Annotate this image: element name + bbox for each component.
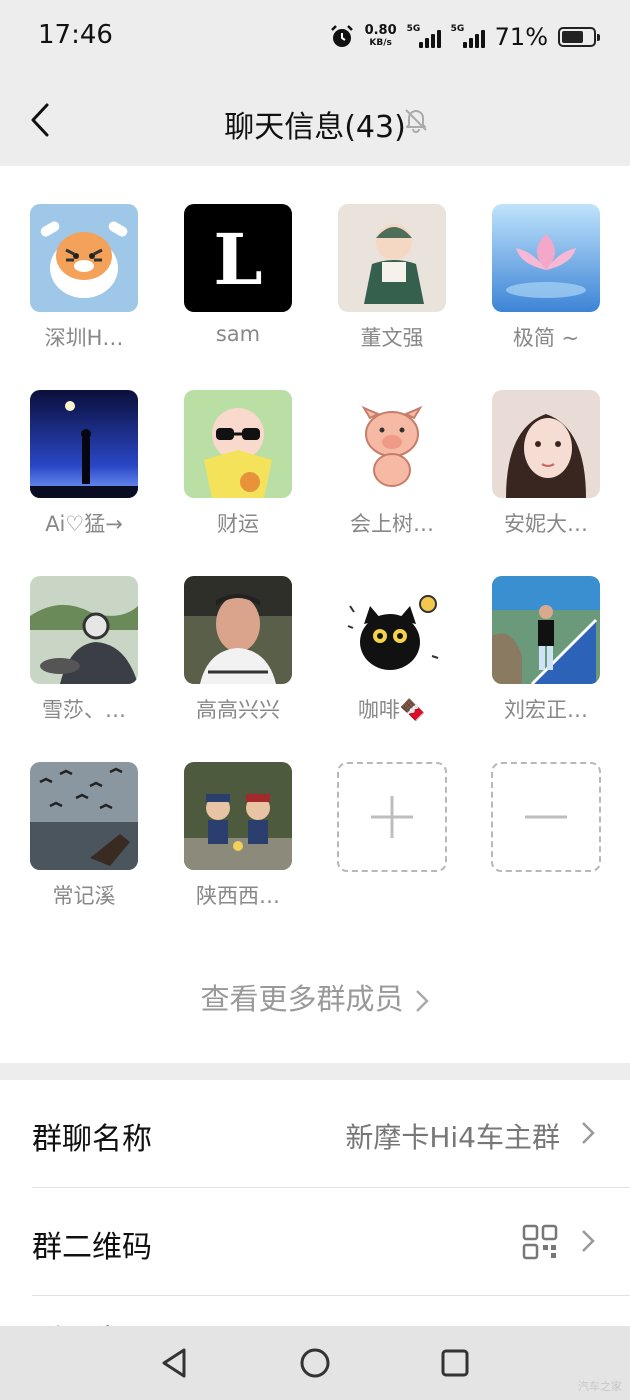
member-item[interactable]: 高高兴兴 <box>161 576 315 724</box>
member-item[interactable]: 刘宏正… <box>469 576 623 724</box>
member-name: 高高兴兴 <box>196 698 280 722</box>
member-item[interactable]: 陕西西… <box>161 762 315 910</box>
avatar <box>338 576 446 684</box>
member-item[interactable]: 常记溪 <box>7 762 161 910</box>
qr-code-icon <box>522 1224 558 1260</box>
view-more-members-link[interactable]: 查看更多群成员 <box>0 976 630 1018</box>
member-name: 极简 ~ <box>512 326 580 350</box>
remove-member-box[interactable] <box>491 762 601 872</box>
member-name: 财运 <box>217 512 259 536</box>
nav-bar: 聊天信息(43) <box>0 76 630 166</box>
add-member-box[interactable] <box>337 762 447 872</box>
group-qr-label: 群二维码 <box>32 1230 152 1265</box>
avatar <box>184 762 292 870</box>
group-qr-row[interactable]: 群二维码 <box>0 1188 630 1295</box>
member-name: 董文强 <box>360 326 424 350</box>
battery-fill <box>562 31 584 43</box>
group-settings-list: 群聊名称 新摩卡Hi4车主群 群二维码 <box>0 1080 630 1326</box>
member-name: 会上树… <box>350 512 434 536</box>
network-speed-unit: KB/s <box>369 38 392 48</box>
member-name: Ai♡猛→ <box>45 512 123 536</box>
view-more-members-label: 查看更多群成员 <box>200 982 404 1016</box>
avatar <box>184 390 292 498</box>
member-name: 咖啡🍫 <box>357 698 427 722</box>
bell-off-icon <box>405 109 427 133</box>
member-item[interactable]: 会上树… <box>315 390 469 538</box>
avatar <box>492 576 600 684</box>
avatar <box>492 390 600 498</box>
avatar <box>338 390 446 498</box>
member-item[interactable]: 咖啡🍫 <box>315 576 469 724</box>
member-grid-card: 深圳H… L sam 董文强 极简 ~ Ai♡猛→ 财运 会上树… 安妮大… 雪… <box>0 166 630 1063</box>
add-member-button[interactable] <box>315 762 469 872</box>
divider <box>32 1295 630 1296</box>
status-bar: 17:46 0.80 KB/s 5G 5G 71% <box>0 0 630 76</box>
member-name: 陕西西… <box>196 884 280 908</box>
member-item[interactable]: 深圳H… <box>7 204 161 352</box>
back-triangle-icon[interactable] <box>158 1346 192 1380</box>
member-item[interactable]: L sam <box>161 204 315 346</box>
watermark: 汽车之家 <box>578 1380 622 1393</box>
avatar: L <box>184 204 292 312</box>
member-item[interactable]: 安妮大… <box>469 390 623 538</box>
avatar <box>338 204 446 312</box>
avatar <box>184 576 292 684</box>
group-name-value: 新摩卡Hi4车主群 <box>345 1121 560 1154</box>
battery-percentage: 71% <box>494 23 548 51</box>
avatar <box>492 204 600 312</box>
member-item[interactable]: 董文强 <box>315 204 469 352</box>
group-name-label: 群聊名称 <box>32 1122 152 1157</box>
avatar <box>30 762 138 870</box>
battery-icon <box>558 27 600 47</box>
member-name: 刘宏正… <box>504 698 588 722</box>
chevron-right-icon <box>415 990 429 1012</box>
clock: 17:46 <box>38 20 113 50</box>
member-name: sam <box>215 322 261 346</box>
avatar <box>30 576 138 684</box>
remove-member-button[interactable] <box>469 762 623 872</box>
home-circle-icon[interactable] <box>298 1346 332 1380</box>
avatar <box>30 390 138 498</box>
member-item[interactable]: 极简 ~ <box>469 204 623 352</box>
page-title: 聊天信息(43) <box>224 110 406 145</box>
status-icons: 0.80 KB/s 5G 5G 71% <box>329 20 600 54</box>
plus-icon <box>371 796 413 838</box>
member-item[interactable]: 财运 <box>161 390 315 538</box>
network-speed: 0.80 KB/s <box>364 23 397 49</box>
signal-icon: 5G <box>451 24 485 50</box>
member-item[interactable]: Ai♡猛→ <box>7 390 161 538</box>
signal-icon: 5G <box>407 24 441 50</box>
avatar <box>30 204 138 312</box>
member-name: 常记溪 <box>52 884 116 908</box>
recents-square-icon[interactable] <box>438 1346 472 1380</box>
svg-text:L: L <box>213 218 262 301</box>
member-name: 安妮大… <box>504 512 588 536</box>
member-name: 深圳H… <box>44 326 124 350</box>
member-item[interactable]: 雪莎、… <box>7 576 161 724</box>
group-name-row[interactable]: 群聊名称 新摩卡Hi4车主群 <box>0 1080 630 1187</box>
minus-icon <box>525 815 567 819</box>
chevron-right-icon <box>582 1230 595 1252</box>
network-speed-value: 0.80 <box>364 23 397 38</box>
member-name: 雪莎、… <box>42 698 126 722</box>
system-navigation-bar: 汽车之家 <box>0 1326 630 1400</box>
chevron-right-icon <box>582 1122 595 1144</box>
alarm-icon <box>330 25 353 47</box>
